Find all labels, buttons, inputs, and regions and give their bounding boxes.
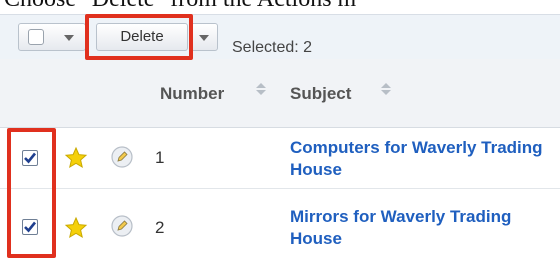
select-all-dropdown[interactable] bbox=[18, 23, 86, 51]
chevron-down-icon bbox=[64, 35, 74, 41]
instruction-caption: Choose "Delete" from the Actions m bbox=[4, 0, 356, 13]
pencil-icon[interactable] bbox=[110, 145, 134, 169]
table-row: 2 Mirrors for Waverly Trading House bbox=[0, 197, 560, 257]
actions-dropdown-button[interactable] bbox=[190, 23, 218, 51]
star-icon[interactable] bbox=[64, 146, 88, 170]
subject-link[interactable]: Mirrors for Waverly Trading House bbox=[290, 206, 560, 250]
checkbox-highlight-box bbox=[7, 128, 56, 258]
star-icon[interactable] bbox=[64, 216, 88, 240]
sort-arrows-icon[interactable] bbox=[381, 81, 391, 97]
table-header: Number Subject bbox=[0, 59, 560, 128]
chevron-down-icon bbox=[199, 35, 209, 41]
column-header-number[interactable]: Number bbox=[160, 84, 224, 104]
subject-link[interactable]: Computers for Waverly Trading House bbox=[290, 137, 560, 181]
row-number: 1 bbox=[155, 148, 165, 167]
delete-highlight-box bbox=[85, 14, 193, 60]
table-row: 1 Computers for Waverly Trading House bbox=[0, 128, 560, 189]
select-all-checkbox[interactable] bbox=[28, 29, 44, 45]
selected-count: Selected: 2 bbox=[232, 39, 313, 56]
sort-arrows-icon[interactable] bbox=[256, 81, 266, 97]
row-number: 2 bbox=[155, 218, 165, 237]
column-header-subject[interactable]: Subject bbox=[290, 84, 351, 104]
pencil-icon[interactable] bbox=[110, 214, 134, 238]
list-toolbar: Delete Selected: 2 bbox=[0, 14, 560, 60]
